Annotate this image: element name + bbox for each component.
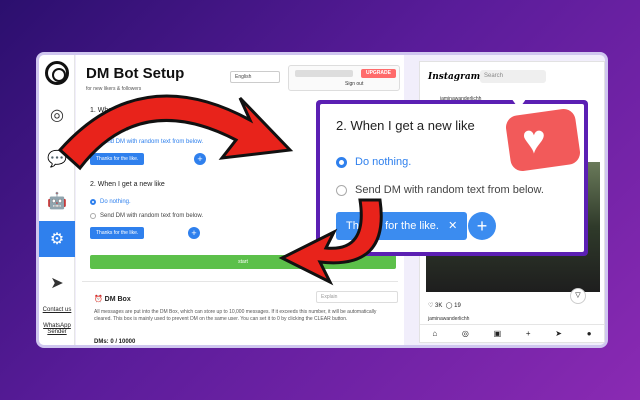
chat-icon[interactable]: 💬	[39, 141, 75, 177]
callout-option-send[interactable]: Send DM with random text from below.	[336, 184, 544, 196]
like-option-send-label: Send DM with random text from below.	[100, 213, 204, 219]
follower-option-nothing-label: Do nothing.	[100, 125, 131, 131]
create-icon[interactable]: +	[526, 329, 531, 338]
follower-add-button[interactable]: +	[194, 153, 206, 165]
direct-icon[interactable]: ➤	[555, 329, 562, 338]
explore-icon[interactable]: ◎	[462, 329, 469, 338]
callout-option-nothing[interactable]: Do nothing.	[336, 156, 411, 168]
instagram-post-stats: ♡ 3K ◯ 19	[428, 303, 461, 309]
instagram-search-input[interactable]: Search	[480, 70, 546, 83]
callout-option-send-label: Send DM with random text from below.	[355, 184, 544, 196]
dm-box-title: ⏰ DM Box	[94, 296, 131, 303]
signout-link[interactable]: Sign out	[345, 81, 363, 87]
whatsapp-sender-link[interactable]: WhatsApp Sender	[41, 323, 73, 335]
page-title: DM Bot Setup	[86, 65, 185, 82]
dm-box-title-label: DM Box	[104, 296, 131, 303]
likes-count: 3K	[435, 303, 443, 309]
account-name-redacted	[295, 70, 353, 77]
instagram-caption-user: jaminawanderlichh	[428, 316, 470, 322]
app-logo	[45, 61, 69, 85]
dm-box-description: All messages are put into the DM Box, wh…	[94, 309, 377, 322]
start-button[interactable]: start	[90, 255, 396, 269]
heart-icon: ♥	[510, 84, 528, 117]
follower-section-title: 1. When I get a new follower	[90, 107, 179, 114]
sidebar: ◎ 💬 🤖 ⚙ ➤ Contact us WhatsApp Sender	[39, 55, 75, 345]
radio-icon[interactable]	[90, 213, 96, 219]
account-box: UPGRADE Sign out	[288, 65, 400, 91]
radio-icon[interactable]	[90, 199, 96, 205]
profile-icon[interactable]: ●	[587, 329, 592, 338]
follower-option-nothing[interactable]: Do nothing.	[90, 125, 131, 131]
callout-title: 2. When I get a new like	[336, 118, 475, 133]
like-option-send[interactable]: Send DM with random text from below.	[90, 213, 203, 219]
dm-count: DMs: 0 / 10000	[94, 339, 136, 345]
radio-icon[interactable]	[90, 139, 96, 145]
like-section-title: 2. When I get a new like	[90, 181, 165, 188]
send-icon[interactable]: ➤	[39, 265, 75, 301]
like-option-nothing-label: Do nothing.	[100, 199, 131, 205]
follower-option-send[interactable]: Send DM with random text from below.	[90, 139, 203, 145]
follower-message-chip[interactable]: Thanks for the like.	[90, 153, 145, 165]
callout-option-nothing-label: Do nothing.	[355, 156, 412, 168]
divider	[82, 281, 398, 282]
like-add-button[interactable]: +	[188, 227, 200, 239]
callout-add-button[interactable]: +	[468, 212, 496, 240]
close-icon[interactable]: ✕	[448, 220, 457, 232]
filter-icon[interactable]: ▽	[570, 288, 586, 304]
home-icon[interactable]: ⌂	[432, 329, 437, 338]
explain-select[interactable]: Explain	[316, 291, 398, 303]
like-message-chip[interactable]: Thanks for the like.	[90, 227, 145, 239]
radio-icon[interactable]	[336, 156, 347, 168]
settings-icon[interactable]: ⚙	[39, 221, 75, 257]
reels-icon[interactable]: ▣	[494, 329, 502, 338]
upgrade-button[interactable]: UPGRADE	[360, 69, 396, 78]
instagram-bottom-nav: ⌂ ◎ ▣ + ➤ ●	[420, 324, 604, 342]
follower-option-send-label: Send DM with random text from below.	[100, 139, 204, 145]
heart-icon: ♥	[548, 60, 569, 98]
instagram-icon[interactable]: ◎	[39, 97, 75, 133]
radio-icon[interactable]	[90, 125, 96, 131]
comments-count: 19	[454, 303, 461, 309]
radio-icon[interactable]	[336, 184, 347, 196]
callout-message-chip[interactable]: Thanks for the like. ✕	[336, 212, 468, 240]
like-option-nothing[interactable]: Do nothing.	[90, 199, 131, 205]
contact-us-link[interactable]: Contact us	[41, 307, 73, 313]
heart-icon: ♥	[522, 118, 546, 162]
language-select[interactable]: English	[230, 71, 280, 83]
instagram-logo: Instagram	[428, 72, 481, 82]
bot-icon[interactable]: 🤖	[39, 183, 75, 219]
page-subtitle: for new likers & followers	[86, 86, 142, 92]
callout-chip-text: Thanks for the like.	[346, 220, 439, 232]
